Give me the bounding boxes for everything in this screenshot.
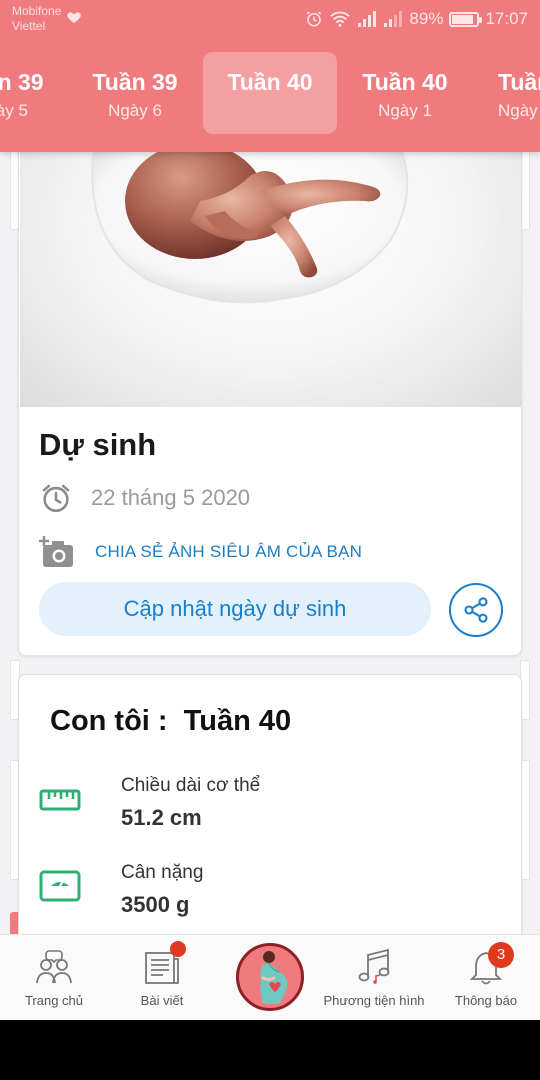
signal-icon-2 <box>384 11 403 27</box>
nav-notifications[interactable]: 3 Thông báo <box>432 935 540 1020</box>
community-icon <box>36 950 72 984</box>
ruler-icon <box>39 789 81 811</box>
music-notes-icon <box>358 948 390 984</box>
share-ultrasound-link[interactable]: CHIA SẺ ẢNH SIÊU ÂM CỦA BẠN <box>39 533 362 571</box>
bottom-navigation: Trang chủ Bài viết Phương tiện hình 3 Th… <box>0 934 540 1020</box>
header-bar: Mobifone Viettel 89% 17:07 Tuần 39 Ngày … <box>0 0 540 152</box>
tab-day-label: Ngày 6 <box>108 101 162 120</box>
pregnant-profile-icon <box>260 951 288 1004</box>
alarm-icon <box>307 11 322 27</box>
carrier-info: Mobifone Viettel <box>12 4 61 34</box>
share-ultrasound-label: CHIA SẺ ẢNH SIÊU ÂM CỦA BẠN <box>95 542 363 561</box>
tab-week-label: Tuần 39 <box>0 69 44 95</box>
add-photo-icon <box>39 536 73 567</box>
nav-label: Thông báo <box>454 993 518 1008</box>
baby-stats-card: Con tôi : Tuần 40 Chiều dài cơ thể 51.2 … <box>18 674 522 974</box>
nav-pregnancy-profile[interactable] <box>236 943 304 1011</box>
due-date-card: Dự sinh 22 tháng 5 2020 CHIA SẺ ẢNH SIÊU… <box>18 120 522 656</box>
nav-articles[interactable]: Bài viết <box>108 935 216 1020</box>
due-date-title: Dự sinh <box>39 427 157 462</box>
nav-label: Trang chủ <box>24 993 84 1008</box>
metric-body-length: Chiều dài cơ thể 51.2 cm <box>39 775 499 835</box>
share-button[interactable] <box>449 583 503 637</box>
nav-label: Phương tiện hình <box>323 993 425 1008</box>
heart-icon <box>67 12 81 23</box>
metric-weight: Cân nặng 3500 g <box>39 862 499 922</box>
tab-week-39-day-6[interactable]: Tuần 39 Ngày 6 <box>68 52 202 134</box>
wifi-icon <box>330 11 351 27</box>
fetus-illustration <box>20 121 521 407</box>
tab-week-label: Tuần 40 <box>227 69 313 95</box>
tab-day-label: Ngày 2 <box>498 101 540 120</box>
nav-home[interactable]: Trang chủ <box>0 935 108 1020</box>
nav-media[interactable]: Phương tiện hình <box>319 935 429 1020</box>
status-bar: Mobifone Viettel 89% 17:07 <box>0 0 540 40</box>
tab-week-40-day-1[interactable]: Tuần 40 Ngày 1 <box>338 52 472 134</box>
metric-value: 51.2 cm <box>121 805 202 830</box>
tab-week-40-current[interactable]: Tuần 40 <box>203 52 337 134</box>
tab-day-label: Ngày 1 <box>378 101 432 120</box>
baby-week-title: Con tôi : Tuần 40 <box>50 705 292 737</box>
battery-icon <box>449 11 483 27</box>
tab-week-40-day-2[interactable]: Tuần 40 Ngày 2 <box>474 52 540 134</box>
new-articles-badge <box>170 941 186 957</box>
signal-icon <box>358 11 377 27</box>
tab-week-39-day-5[interactable]: Tuần 39 Ngày 5 <box>0 52 68 134</box>
share-icon <box>464 597 488 623</box>
notification-count-badge: 3 <box>488 942 514 968</box>
metric-value: 3500 g <box>121 892 190 917</box>
nav-label: Bài viết <box>140 993 184 1008</box>
clock: 17:07 <box>485 9 528 28</box>
metric-label: Cân nặng <box>121 862 204 883</box>
metric-label: Chiều dài cơ thể <box>121 775 261 796</box>
tab-day-label: Ngày 5 <box>0 101 28 120</box>
alarm-clock-icon <box>42 484 70 513</box>
tab-week-label: Tuần 40 <box>498 69 540 95</box>
due-date-value: 22 tháng 5 2020 <box>91 485 251 510</box>
app-screen: Mobifone Viettel 89% 17:07 Tuần 39 Ngày … <box>0 0 540 1020</box>
carrier-name-2: Viettel <box>12 19 46 33</box>
due-date-row: 22 tháng 5 2020 <box>39 479 250 517</box>
system-navigation-area <box>0 1020 540 1080</box>
update-due-date-button[interactable]: Cập nhật ngày dự sinh <box>39 582 431 636</box>
carrier-name: Mobifone <box>12 4 62 18</box>
tab-week-label: Tuần 39 <box>92 69 178 95</box>
fetus-image <box>91 140 409 304</box>
status-icons: 89% 17:07 <box>305 8 528 30</box>
battery-percent: 89% <box>409 9 444 28</box>
scale-icon <box>39 870 81 902</box>
week-tabs: Tuần 39 Ngày 5 Tuần 39 Ngày 6 Tuần 40 Tu… <box>0 52 540 136</box>
tab-week-label: Tuần 40 <box>362 69 448 95</box>
